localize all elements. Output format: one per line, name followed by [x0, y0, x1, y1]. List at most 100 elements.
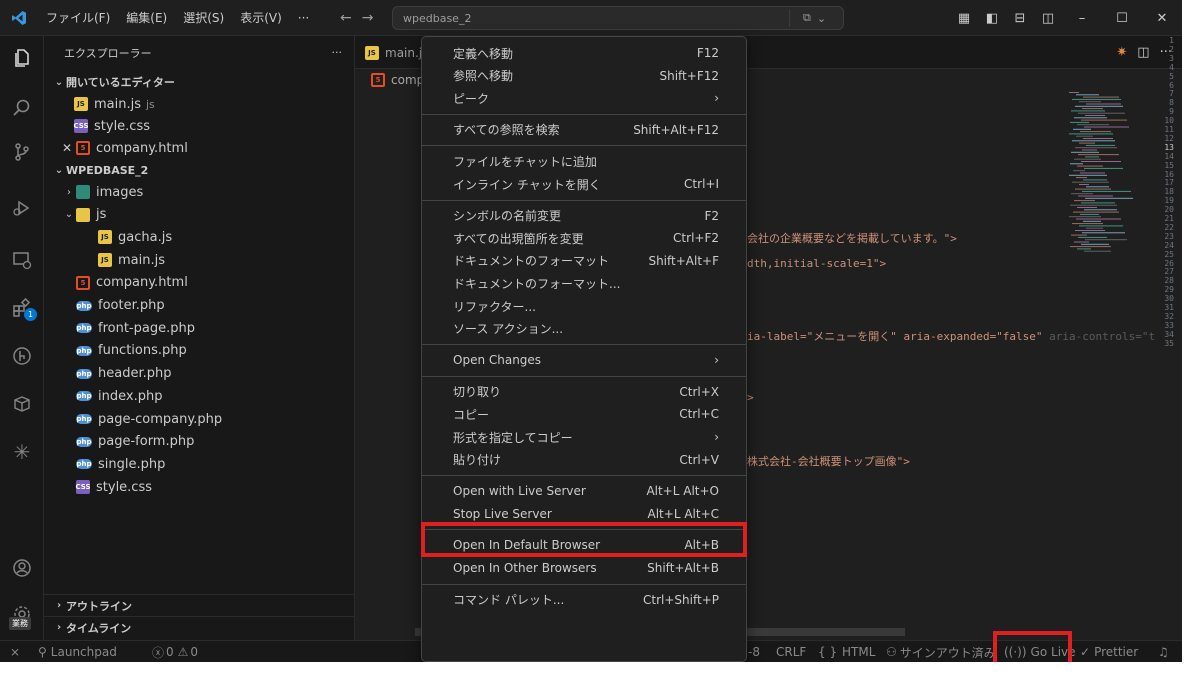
open-editor-item[interactable]: JS main.js js	[44, 93, 354, 115]
menu-item[interactable]: 切り取り Ctrl+X	[427, 381, 741, 403]
menu-item[interactable]: コピー Ctrl+C	[427, 403, 741, 425]
run-debug-icon[interactable]	[0, 190, 44, 226]
close-window-icon[interactable]: ✕	[1142, 11, 1182, 26]
encoding-item[interactable]: -8	[748, 641, 760, 663]
copilot-edits-icon[interactable]: ✷	[1116, 45, 1127, 60]
remote-indicator[interactable]: ⨯	[10, 641, 20, 663]
menu-item[interactable]: 貼り付け Ctrl+V	[427, 449, 741, 471]
maximize-icon[interactable]: ☐	[1102, 11, 1142, 26]
minimap-line	[1072, 98, 1121, 100]
menu-selection[interactable]: 選択(S)	[175, 0, 232, 36]
toggle-secondary-sidebar-icon[interactable]: ◫	[1034, 11, 1062, 26]
menu-item[interactable]: インライン チャットを開く Ctrl+I	[427, 173, 741, 195]
minimap-line	[1080, 172, 1105, 174]
section-workspace[interactable]: ⌄ WPEDBASE_2	[44, 159, 354, 181]
notifications-bell-icon[interactable]: ♫	[1158, 641, 1169, 663]
minimap-line	[1079, 184, 1089, 185]
menu-item[interactable]: コマンド パレット... Ctrl+Shift+P	[427, 589, 741, 611]
menu-item[interactable]: すべての参照を検索 Shift+Alt+F12	[427, 119, 741, 141]
tree-item[interactable]: php single.php	[44, 453, 354, 475]
tree-item[interactable]: php page-form.php	[44, 431, 354, 453]
minimap-line	[1070, 204, 1117, 206]
copilot-sparkle-icon[interactable]: ✳	[0, 434, 44, 470]
menu-file[interactable]: ファイル(F)	[38, 0, 118, 36]
tree-item[interactable]: JS main.js	[44, 249, 354, 271]
close-icon[interactable]: ✕	[62, 141, 76, 155]
sidebar-more-icon[interactable]: ···	[332, 46, 343, 59]
error-icon: ⓧ	[152, 645, 165, 660]
menu-item[interactable]: Open In Other Browsers Shift+Alt+B	[427, 557, 741, 579]
file-name: footer.php	[98, 298, 165, 313]
problems-item[interactable]: ⓧ 0 ⚠ 0	[152, 641, 198, 663]
menu-item[interactable]: リファクター...	[427, 295, 741, 317]
source-control-icon[interactable]	[0, 134, 44, 170]
file-name: js	[96, 207, 107, 223]
php-file-icon: php	[76, 345, 92, 356]
section-outline[interactable]: › アウトライン	[44, 594, 354, 616]
tree-item[interactable]: php front-page.php	[44, 317, 354, 339]
menu-item[interactable]: ドキュメントのフォーマット Shift+Alt+F	[427, 250, 741, 272]
account-status-item[interactable]: ⚇ サインアウト済み	[886, 641, 996, 663]
tree-item[interactable]: php index.php	[44, 385, 354, 407]
menu-item[interactable]: すべての出現箇所を変更 Ctrl+F2	[427, 227, 741, 249]
tree-item[interactable]: › images	[44, 181, 354, 203]
eol-item[interactable]: CRLF	[776, 641, 806, 663]
menu-item[interactable]: ソース アクション...	[427, 318, 741, 340]
tree-item[interactable]: 5 company.html	[44, 272, 354, 294]
minimap-line	[1074, 117, 1107, 119]
minimap-line	[1073, 211, 1119, 213]
menu-item[interactable]: Open with Live Server Alt+L Alt+O	[427, 480, 741, 502]
minimap-line	[1078, 112, 1125, 114]
braces-item[interactable]: { }	[818, 641, 837, 663]
menu-item-shortcut: Shift+F12	[659, 68, 719, 83]
containers-icon[interactable]	[0, 386, 44, 422]
menu-item-label: リファクター...	[453, 299, 536, 314]
breadcrumb[interactable]: 5 comp	[371, 73, 424, 87]
launchpad-item[interactable]: ⚲ Launchpad	[38, 641, 117, 663]
search-icon[interactable]	[0, 90, 44, 126]
extensions-icon[interactable]: 1	[0, 290, 44, 326]
menu-item-label: ドキュメントのフォーマット	[453, 254, 610, 269]
minimap[interactable]	[1067, 92, 1167, 262]
tree-item[interactable]: php header.php	[44, 363, 354, 385]
back-arrow-icon[interactable]: ←	[340, 10, 352, 26]
explorer-icon[interactable]	[0, 40, 44, 76]
command-center-search[interactable]: wpedbase_2 ⧉ ⌄	[392, 6, 844, 30]
toggle-primary-sidebar-icon[interactable]: ◧	[978, 11, 1006, 26]
prettier-item[interactable]: ✓ Prettier	[1080, 641, 1138, 663]
menu-view[interactable]: 表示(V)	[232, 0, 290, 36]
tree-item[interactable]: ⌄ js	[44, 204, 354, 226]
menu-item[interactable]: Open Changes ›	[427, 349, 741, 371]
tree-item[interactable]: php footer.php	[44, 295, 354, 317]
remote-explorer-icon[interactable]	[0, 242, 44, 278]
account-icon[interactable]	[0, 550, 44, 586]
split-editor-icon[interactable]: ◫	[1137, 45, 1149, 60]
copilot-menu[interactable]: ⧉ ⌄	[789, 9, 839, 27]
section-open-editors[interactable]: ⌄ 開いているエディター	[44, 71, 354, 93]
menu-item[interactable]: 形式を指定してコピー ›	[427, 426, 741, 448]
tree-item[interactable]: php page-company.php	[44, 408, 354, 430]
menu-item[interactable]: シンボルの名前変更 F2	[427, 205, 741, 227]
tree-item[interactable]: CSS style.css	[44, 476, 354, 498]
menu-item[interactable]: ドキュメントのフォーマット...	[427, 272, 741, 294]
open-editor-item[interactable]: CSS style.css	[44, 115, 354, 137]
gitlens-icon[interactable]	[0, 338, 44, 374]
menu-item[interactable]: ピーク ›	[427, 87, 741, 109]
section-timeline[interactable]: › タイムライン	[44, 616, 354, 638]
minimize-icon[interactable]: –	[1062, 11, 1102, 26]
menu-item[interactable]: ファイルをチャットに追加	[427, 150, 741, 172]
menu-more[interactable]: ···	[290, 0, 317, 36]
menu-item[interactable]: 参照へ移動 Shift+F12	[427, 65, 741, 87]
forward-arrow-icon[interactable]: →	[362, 10, 374, 26]
open-editor-item[interactable]: ✕ 5 company.html	[44, 137, 354, 159]
menu-edit[interactable]: 編集(E)	[118, 0, 175, 36]
toggle-panel-icon[interactable]: ⊟	[1006, 11, 1034, 26]
minimap-line	[1080, 213, 1099, 215]
tree-item[interactable]: JS gacha.js	[44, 226, 354, 248]
manage-gear-icon[interactable]: 業務	[0, 596, 44, 632]
language-mode-item[interactable]: HTML	[842, 641, 875, 663]
menu-item[interactable]: 定義へ移動 F12	[427, 42, 741, 64]
customize-layout-icon[interactable]: ▦	[950, 11, 978, 26]
tree-item[interactable]: php functions.php	[44, 340, 354, 362]
menu-separator	[422, 199, 746, 201]
